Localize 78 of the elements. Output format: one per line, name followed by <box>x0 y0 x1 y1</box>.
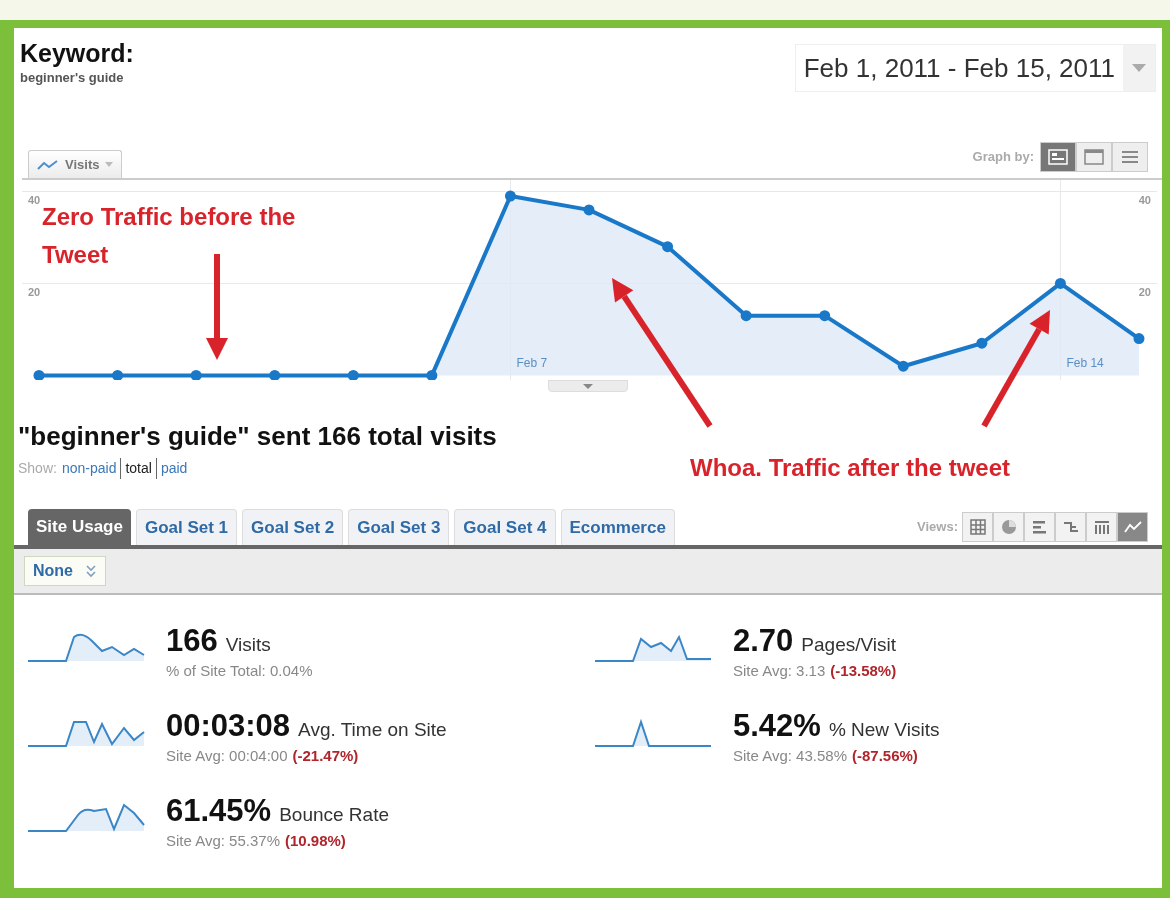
data-point <box>662 241 674 253</box>
view-button[interactable] <box>962 512 993 542</box>
line-chart-icon <box>37 158 59 171</box>
caret-icon <box>1123 45 1155 91</box>
page-title: Keyword: <box>20 38 134 68</box>
date-range-picker[interactable]: Feb 1, 2011 - Feb 15, 2011 <box>794 44 1156 92</box>
view-button[interactable] <box>1055 512 1086 542</box>
metric-note: Site Avg: 3.13 <box>733 660 826 681</box>
axis-tick-label: Feb 7 <box>516 356 548 370</box>
metric-value: 2.70 <box>733 623 794 659</box>
report-tab[interactable]: Goal Set 1 <box>135 509 238 545</box>
report-tab[interactable]: Goal Set 2 <box>242 509 344 545</box>
graph-mode-icon <box>1047 147 1069 167</box>
caret-icon <box>105 162 114 167</box>
data-point <box>1133 333 1145 345</box>
axis-tick-label: 20 <box>1138 286 1151 299</box>
metric-label: Pages/Visit <box>801 633 897 657</box>
metric-label: % New Visits <box>828 718 940 742</box>
graph-by-button[interactable] <box>1112 142 1148 172</box>
caret-icon <box>583 383 593 389</box>
show-label: Show: <box>18 459 57 478</box>
view-icon <box>967 517 988 537</box>
report-tab[interactable]: Ecommerce <box>560 509 675 545</box>
view-button[interactable] <box>993 512 1024 542</box>
metric-note: Site Avg: 00:04:00 <box>166 745 288 766</box>
axis-tick-label: 20 <box>28 286 41 299</box>
metric-value: 5.42% <box>733 708 821 744</box>
annotation-text: Whoa. Traffic after the tweet <box>690 453 1011 483</box>
summary-title: "beginner's guide" sent 166 total visits <box>17 420 498 452</box>
data-point <box>819 310 831 322</box>
metric-value: 61.45% <box>166 793 272 829</box>
metric-label: Visits <box>225 633 271 657</box>
report-tab[interactable]: Goal Set 3 <box>348 509 450 545</box>
graph-mode-icon <box>1083 147 1105 167</box>
metric-value: 166 <box>166 623 218 659</box>
graph-by-button[interactable] <box>1076 142 1112 172</box>
metric-change: (-13.58%) <box>830 660 897 681</box>
axis-tick-label: Feb 14 <box>1066 356 1104 370</box>
data-point <box>190 369 202 380</box>
data-point <box>426 369 438 380</box>
metric-note: % of Site Total: 0.04% <box>166 660 313 681</box>
metric-change: (10.98%) <box>285 830 346 851</box>
data-point <box>976 337 988 349</box>
view-button[interactable] <box>1024 512 1055 542</box>
show-option[interactable]: paid <box>155 458 192 479</box>
view-button[interactable] <box>1086 512 1117 542</box>
double-chevron-icon <box>85 564 97 578</box>
axis-tick-label: 40 <box>1138 194 1151 207</box>
report-tab[interactable]: Goal Set 4 <box>454 509 556 545</box>
data-point <box>269 369 281 380</box>
views-label: Views: <box>917 518 958 537</box>
segment-select[interactable]: None <box>24 556 106 586</box>
metric-note: Site Avg: 55.37% <box>166 830 280 851</box>
data-point <box>347 369 359 380</box>
data-point <box>1054 277 1066 289</box>
keyword-subtitle: beginner's guide <box>20 69 125 87</box>
data-point <box>740 310 752 322</box>
metric-label: Avg. Time on Site <box>298 718 447 742</box>
data-point <box>112 369 124 380</box>
report-tab[interactable]: Site Usage <box>28 509 131 545</box>
annotation-text: Zero Traffic before the Tweet <box>42 202 297 270</box>
metric-change: (-21.47%) <box>292 745 359 766</box>
data-point <box>504 190 516 202</box>
data-point <box>33 369 45 380</box>
data-point <box>583 204 595 216</box>
metric-dropdown[interactable]: Visits <box>28 150 123 178</box>
metric-value: 00:03:08 <box>166 708 291 744</box>
axis-tick-label: 40 <box>28 194 41 207</box>
show-option[interactable]: non-paid <box>61 458 121 479</box>
metric-note: Site Avg: 43.58% <box>733 745 847 766</box>
graph-by-label: Graph by: <box>972 148 1034 167</box>
metric-change: (-87.56%) <box>852 745 918 766</box>
show-option[interactable]: total <box>120 458 156 479</box>
graph-by-button[interactable] <box>1040 142 1076 172</box>
data-point <box>897 360 909 372</box>
metric-label: Bounce Rate <box>279 803 389 827</box>
view-button[interactable] <box>1117 512 1148 542</box>
collapse-handle[interactable] <box>548 380 628 392</box>
